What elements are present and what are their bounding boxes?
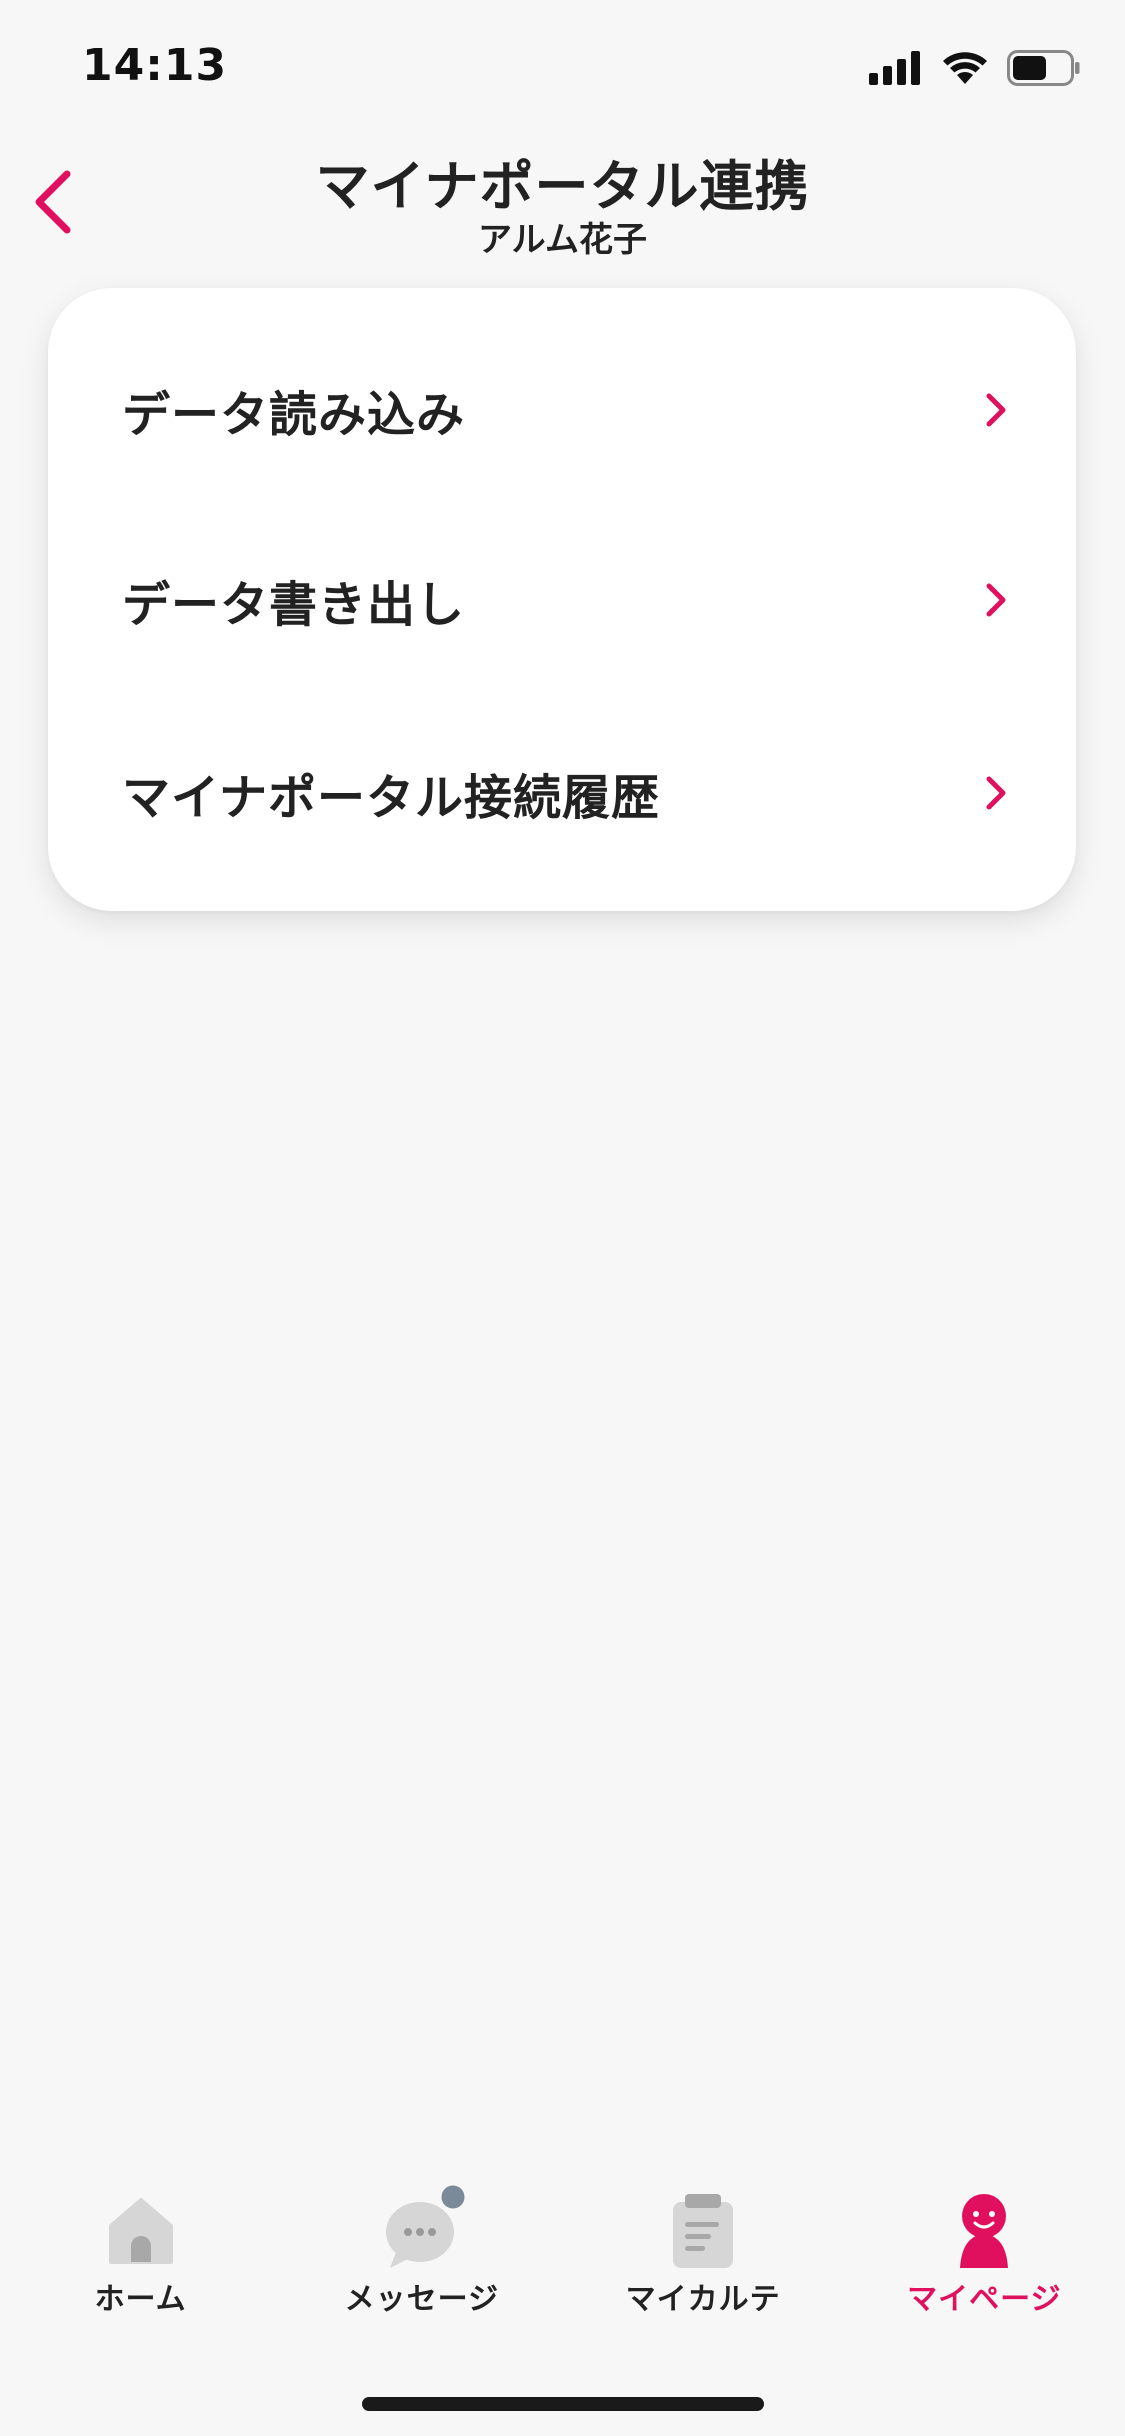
home-indicator [362, 2397, 764, 2411]
menu-item-label: データ書き出し [122, 577, 466, 633]
message-bubble-icon [382, 2182, 468, 2270]
screen: 14:13 マイナポータル連携 アルム花子 データ読み込み データ書き出し マイ… [0, 0, 1125, 2436]
menu-item-connection-history[interactable]: マイナポータル接続履歴 [48, 718, 1076, 868]
menu-item-label: マイナポータル接続履歴 [122, 770, 661, 826]
chevron-right-icon [976, 390, 1016, 430]
menu-item-label: データ読み込み [122, 387, 466, 443]
status-bar: 14:13 [0, 0, 1125, 132]
battery-icon [1007, 50, 1081, 90]
wifi-icon [941, 50, 989, 90]
home-icon [101, 2190, 181, 2270]
status-icons [869, 50, 1081, 90]
tab-label: ホーム [94, 2282, 187, 2317]
status-time: 14:13 [82, 40, 228, 91]
menu-item-data-import[interactable]: データ読み込み [48, 335, 1076, 485]
tab-my-page[interactable]: マイページ [844, 2190, 1125, 2340]
notification-badge [438, 2182, 468, 2212]
tab-label: メッセージ [344, 2282, 500, 2317]
page-title: マイナポータル連携 [315, 155, 810, 218]
person-icon [944, 2190, 1024, 2270]
menu-card: データ読み込み データ書き出し マイナポータル接続履歴 [48, 288, 1076, 911]
tab-messages[interactable]: メッセージ [281, 2182, 562, 2340]
menu-item-data-export[interactable]: データ書き出し [48, 525, 1076, 675]
tab-label: マイページ [907, 2282, 1062, 2317]
signal-icon [869, 51, 923, 89]
tab-bar: ホーム メッセージ マイカルテ マイページ [0, 2182, 1125, 2340]
chevron-right-icon [976, 580, 1016, 620]
clipboard-icon [663, 2190, 743, 2270]
tab-home[interactable]: ホーム [0, 2190, 281, 2340]
chevron-right-icon [976, 773, 1016, 813]
header: マイナポータル連携 アルム花子 [0, 132, 1125, 262]
tab-my-chart[interactable]: マイカルテ [563, 2190, 844, 2340]
tab-label: マイカルテ [625, 2282, 781, 2317]
page-subtitle: アルム花子 [478, 220, 647, 260]
